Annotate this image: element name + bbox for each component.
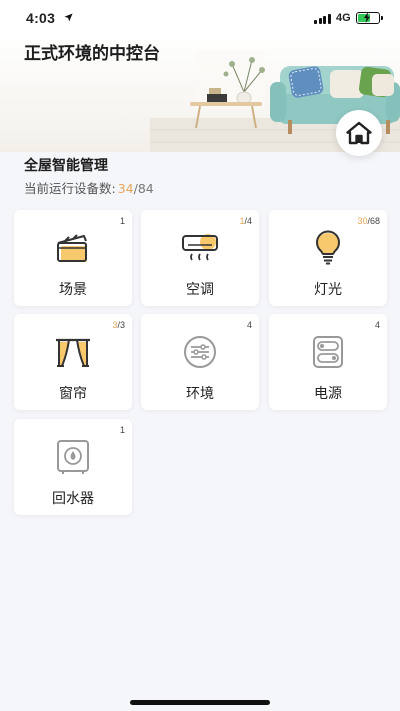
network-type: 4G: [336, 12, 351, 24]
card-water-circulator[interactable]: 1 回水器: [14, 419, 132, 515]
home-button[interactable]: [336, 110, 382, 156]
card-label: 环境: [186, 386, 214, 402]
card-curtain[interactable]: 3/3 窗帘: [14, 314, 132, 410]
total-devices-count: 84: [137, 181, 154, 196]
device-count: 1: [119, 216, 125, 226]
home-indicator: [130, 700, 270, 705]
curtain-icon: [56, 338, 90, 367]
card-label: 灯光: [314, 282, 342, 298]
status-bar: 4:03 4G: [0, 0, 400, 38]
water-circulator-icon: [57, 440, 89, 474]
card-environment[interactable]: 4 环境: [141, 314, 259, 410]
cellular-signal-icon: [314, 14, 331, 24]
summary-title: 全屋智能管理: [24, 158, 108, 174]
light-bulb-icon: [316, 230, 340, 265]
status-time: 4:03: [26, 10, 56, 26]
clapperboard-icon: [57, 234, 87, 262]
card-lighting[interactable]: 30/68 灯光: [269, 210, 387, 306]
card-label: 窗帘: [59, 386, 87, 402]
card-air-conditioner[interactable]: 1/4 空调: [141, 210, 259, 306]
battery-icon: [356, 12, 383, 24]
environment-sensor-icon: [184, 336, 216, 368]
power-switch-icon: [313, 336, 343, 368]
running-devices-label: 当前运行设备数:: [24, 181, 116, 196]
device-count: 1: [119, 425, 125, 435]
running-devices-count: 34: [117, 181, 134, 196]
device-count: 3/3: [112, 320, 125, 330]
location-arrow-icon: [64, 13, 73, 22]
device-count: 30/68: [357, 216, 380, 226]
device-count: 4: [374, 320, 380, 330]
card-label: 场景: [59, 282, 87, 298]
running-devices-summary: 当前运行设备数: 34 / 84: [24, 178, 154, 197]
card-label: 空调: [186, 282, 214, 298]
page-title: 正式环境的中控台: [24, 44, 160, 64]
card-power[interactable]: 4 电源: [269, 314, 387, 410]
card-scene[interactable]: 1 场景: [14, 210, 132, 306]
card-label: 回水器: [52, 491, 94, 507]
home-icon: [346, 121, 372, 145]
device-count: 4: [246, 320, 252, 330]
air-conditioner-icon: [182, 234, 218, 261]
device-count: 1/4: [239, 216, 252, 226]
card-label: 电源: [314, 386, 342, 402]
